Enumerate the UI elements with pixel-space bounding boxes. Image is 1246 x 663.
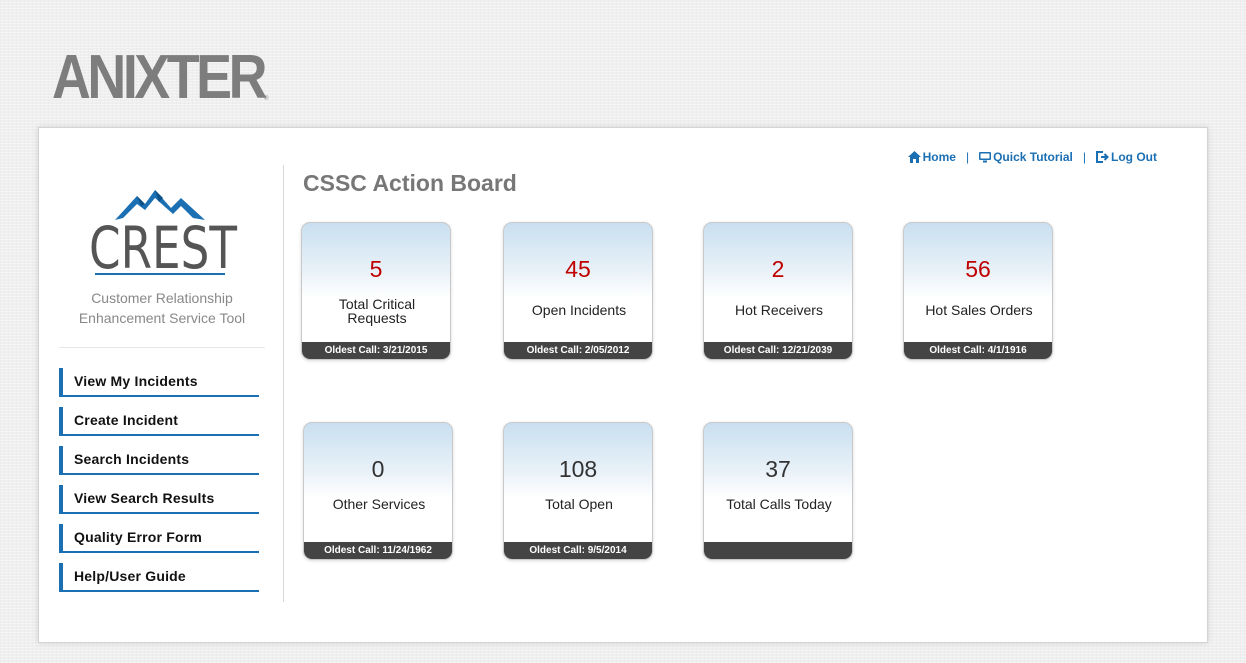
tile-hot-receivers[interactable]: 2 Hot Receivers Oldest Call: 12/21/2039 bbox=[703, 222, 853, 360]
sidebar-nav: View My Incidents Create Incident Search… bbox=[59, 368, 259, 602]
crest-logo-text: CREST bbox=[89, 214, 237, 279]
nav-help-user-guide[interactable]: Help/User Guide bbox=[59, 563, 259, 592]
crest-subtitle: Customer Relationship Enhancement Servic… bbox=[59, 288, 265, 328]
tile-footer: Oldest Call: 2/05/2012 bbox=[504, 342, 652, 359]
quick-tutorial-link[interactable]: Quick Tutorial bbox=[979, 150, 1073, 164]
tile-open-incidents[interactable]: 45 Open Incidents Oldest Call: 2/05/2012 bbox=[503, 222, 653, 360]
tile-other-services[interactable]: 0 Other Services Oldest Call: 11/24/1962 bbox=[303, 422, 453, 560]
logout-link[interactable]: Log Out bbox=[1096, 150, 1157, 164]
tile-count: 2 bbox=[771, 256, 785, 282]
tile-label: Total Open bbox=[545, 496, 613, 512]
home-icon bbox=[907, 151, 921, 163]
tile-footer: Oldest Call: 12/21/2039 bbox=[704, 342, 852, 359]
tile-count: 0 bbox=[371, 456, 385, 482]
link-separator: | bbox=[1082, 150, 1087, 164]
crest-logo: CREST bbox=[89, 190, 237, 279]
tile-count: 37 bbox=[765, 456, 791, 482]
tile-label: Open Incidents bbox=[531, 302, 627, 318]
link-separator: | bbox=[965, 150, 970, 164]
tile-label: Hot Sales Orders bbox=[925, 302, 1033, 318]
nav-view-search-results[interactable]: View Search Results bbox=[59, 485, 259, 514]
home-link-label: Home bbox=[922, 150, 956, 164]
nav-create-incident[interactable]: Create Incident bbox=[59, 407, 259, 436]
tile-count: 5 bbox=[369, 256, 383, 282]
nav-search-incidents[interactable]: Search Incidents bbox=[59, 446, 259, 475]
svg-text:®: ® bbox=[264, 95, 269, 102]
main-panel: CREST Customer Relationship Enhancement … bbox=[38, 127, 1208, 643]
tile-count: 45 bbox=[565, 256, 591, 282]
home-link[interactable]: Home bbox=[907, 150, 956, 164]
tile-count: 108 bbox=[558, 456, 598, 482]
tile-footer: Oldest Call: 3/21/2015 bbox=[302, 342, 450, 359]
tile-label: Total Calls Today bbox=[726, 496, 832, 512]
logout-icon bbox=[1096, 151, 1109, 163]
anixter-logo: ANIXTER ® bbox=[52, 44, 271, 104]
nav-view-my-incidents[interactable]: View My Incidents bbox=[59, 368, 259, 397]
nav-quality-error-form[interactable]: Quality Error Form bbox=[59, 524, 259, 553]
tile-hot-sales-orders[interactable]: 56 Hot Sales Orders Oldest Call: 4/1/191… bbox=[903, 222, 1053, 360]
tile-total-open[interactable]: 108 Total Open Oldest Call: 9/5/2014 bbox=[503, 422, 653, 560]
tile-label: Hot Receivers bbox=[735, 302, 823, 318]
page-title: CSSC Action Board bbox=[303, 170, 517, 196]
monitor-icon bbox=[979, 152, 992, 163]
tile-footer bbox=[704, 542, 852, 559]
tile-footer: Oldest Call: 9/5/2014 bbox=[504, 542, 652, 559]
quick-tutorial-label: Quick Tutorial bbox=[993, 150, 1073, 164]
tile-total-critical-requests[interactable]: 5 Total Critical Requests Oldest Call: 3… bbox=[301, 222, 451, 360]
crest-subtitle-line2: Enhancement Service Tool bbox=[78, 310, 246, 326]
tile-count: 56 bbox=[965, 256, 991, 282]
tile-total-calls-today[interactable]: 37 Total Calls Today bbox=[703, 422, 853, 560]
sidebar-divider bbox=[59, 347, 265, 348]
logout-label: Log Out bbox=[1111, 150, 1157, 164]
tile-footer: Oldest Call: 4/1/1916 bbox=[904, 342, 1052, 359]
tile-label: Total Critical Requests bbox=[338, 296, 416, 326]
tile-label: Other Services bbox=[332, 496, 426, 512]
anixter-logo-text: ANIXTER bbox=[52, 44, 267, 104]
tile-footer: Oldest Call: 11/24/1962 bbox=[304, 542, 452, 559]
crest-subtitle-line1: Customer Relationship bbox=[91, 290, 233, 306]
top-links: Home | Quick Tutorial | Log Out bbox=[907, 150, 1157, 164]
vertical-divider bbox=[283, 165, 284, 602]
